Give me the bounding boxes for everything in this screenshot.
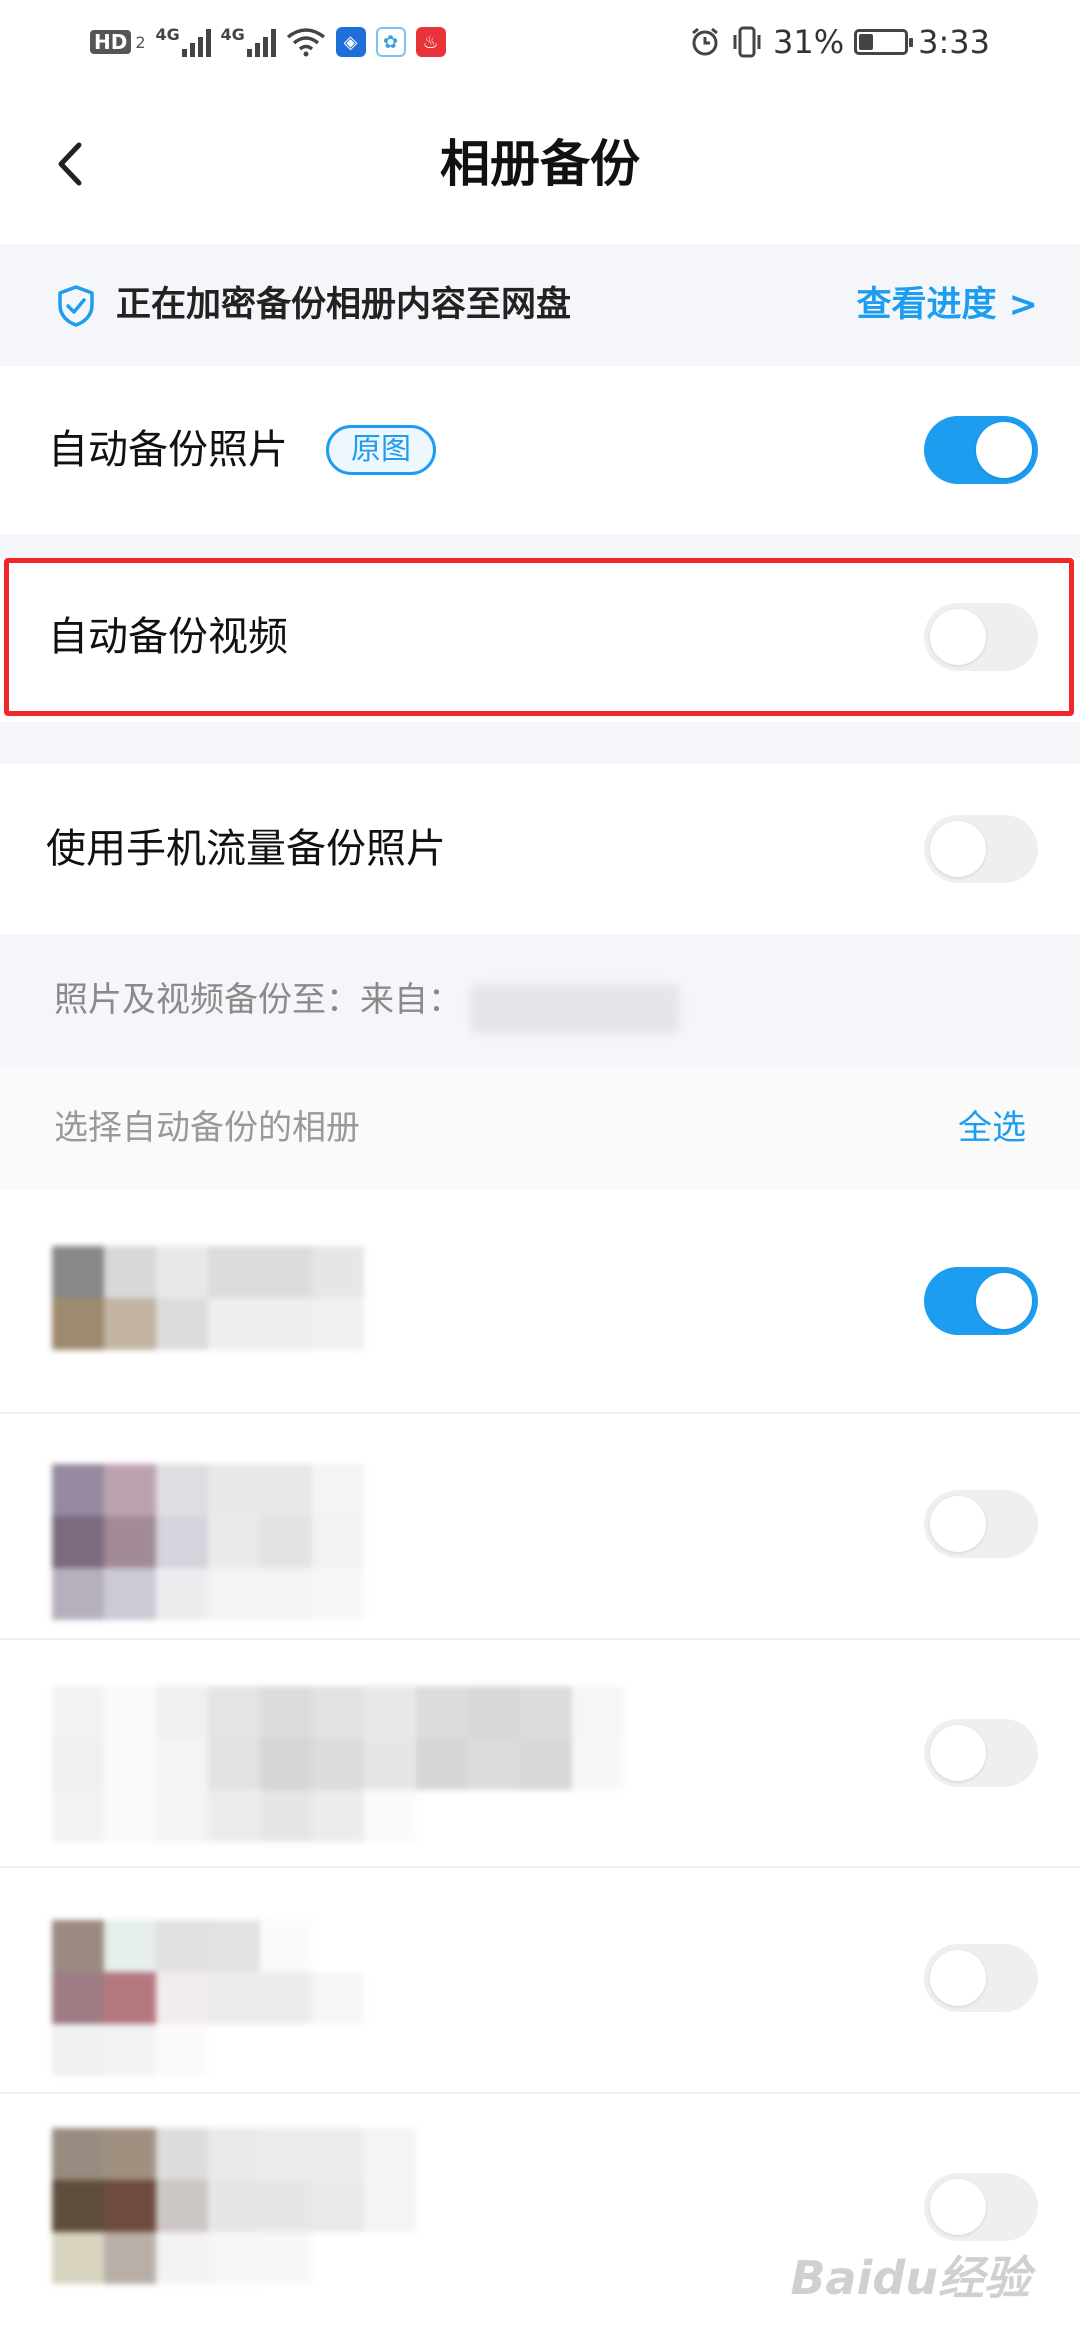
album-row[interactable] — [0, 1190, 1080, 1412]
backup-target-section: 照片及视频备份至：来自： — [0, 934, 1080, 1066]
album-backup-toggle[interactable] — [924, 1267, 1038, 1335]
album-backup-toggle[interactable] — [924, 2173, 1038, 2241]
status-right-icons: 31% 3:33 — [689, 22, 990, 62]
backup-status-banner: 正在加密备份相册内容至网盘 查看进度 > — [0, 244, 1080, 366]
status-bar: HD 2 4G 4G ◈ ✿ ♨ 31% 3:33 — [0, 0, 1080, 84]
toggle-knob — [930, 821, 986, 877]
album-thumbnail — [52, 1464, 364, 1620]
album-section-label: 选择自动备份的相册 — [54, 1108, 360, 1148]
toggle-knob — [930, 1496, 986, 1552]
hd-sub-label: 2 — [135, 32, 146, 52]
vibrate-icon — [733, 26, 761, 58]
signal-icon-2: 4G — [220, 25, 276, 57]
album-thumbnail — [52, 1246, 364, 1350]
view-progress-link[interactable]: 查看进度 > — [856, 244, 1038, 366]
wifi-icon — [286, 28, 325, 57]
album-backup-toggle[interactable] — [924, 1719, 1038, 1787]
album-row[interactable] — [0, 1868, 1080, 2092]
select-all-button[interactable]: 全选 — [958, 1066, 1026, 1190]
hd-icon: HD — [90, 30, 132, 54]
album-backup-toggle[interactable] — [924, 1944, 1038, 2012]
section-gap — [0, 722, 1080, 764]
toggle-knob — [930, 1725, 986, 1781]
battery-icon — [854, 29, 914, 55]
shield-check-icon — [58, 285, 94, 327]
page-title: 相册备份 — [440, 135, 640, 193]
cloud-app-icon: ✿ — [375, 27, 406, 57]
album-section-header: 选择自动备份的相册 全选 — [0, 1066, 1080, 1190]
album-thumbnail — [52, 1686, 624, 1842]
alarm-icon — [692, 27, 718, 56]
album-thumbnail — [52, 2128, 416, 2284]
mobile-data-backup-toggle[interactable] — [924, 815, 1038, 883]
mobile-data-backup-label: 使用手机流量备份照片 — [46, 826, 446, 872]
signal-icon-1: 4G — [155, 25, 211, 57]
original-quality-tag[interactable]: 原图 — [326, 425, 436, 475]
section-gap — [0, 534, 1080, 558]
highlight-annotation-box — [4, 558, 1074, 716]
toggle-knob — [976, 422, 1032, 478]
network-type-label-1: 4G — [155, 25, 180, 44]
fire-app-icon: ♨ — [415, 27, 446, 57]
shield-app-icon: ◈ — [335, 27, 366, 57]
auto-backup-photos-label: 自动备份照片 — [48, 427, 288, 473]
toggle-knob — [930, 2179, 986, 2235]
album-backup-toggle[interactable] — [924, 1490, 1038, 1558]
mobile-data-backup-row: 使用手机流量备份照片 — [0, 764, 1080, 934]
auto-backup-photos-toggle[interactable] — [924, 416, 1038, 484]
network-type-label-2: 4G — [220, 25, 245, 44]
account-name-blurred — [470, 984, 680, 1034]
album-row[interactable] — [0, 1640, 1080, 1866]
baidu-watermark: Baidu经验 — [790, 2251, 1030, 2305]
album-thumbnail — [52, 1920, 364, 2076]
navigation-bar: 相册备份 — [0, 84, 1080, 244]
status-left-icons: HD 2 4G 4G ◈ ✿ ♨ — [90, 22, 446, 62]
album-row[interactable] — [0, 1414, 1080, 1638]
battery-percent: 31% — [773, 23, 845, 61]
banner-text: 正在加密备份相册内容至网盘 — [116, 285, 572, 325]
auto-backup-photos-row: 自动备份照片 原图 — [0, 366, 1080, 534]
backup-target-label: 照片及视频备份至：来自： — [54, 980, 462, 1020]
toggle-knob — [930, 1950, 986, 2006]
toggle-knob — [976, 1273, 1032, 1329]
clock: 3:33 — [918, 23, 990, 61]
